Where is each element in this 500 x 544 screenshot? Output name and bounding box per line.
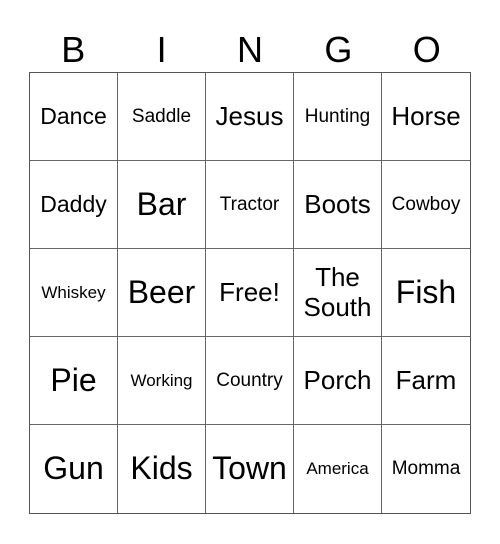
header-letter-g: G	[324, 29, 353, 70]
bingo-cell[interactable]: Country	[206, 337, 294, 425]
bingo-cell[interactable]: Horse	[382, 73, 470, 161]
bingo-cell[interactable]: Cowboy	[382, 161, 470, 249]
header-letter-i: I	[156, 29, 167, 70]
bingo-cell[interactable]: Dance	[30, 73, 118, 161]
bingo-cell[interactable]: Pie	[30, 337, 118, 425]
bingo-cell[interactable]: Whiskey	[30, 249, 118, 337]
free-space-cell[interactable]: Free!	[206, 249, 294, 337]
bingo-cell[interactable]: Farm	[382, 337, 470, 425]
bingo-cell[interactable]: Hunting	[294, 73, 382, 161]
bingo-cell[interactable]: America	[294, 425, 382, 513]
bingo-cell[interactable]: Bar	[118, 161, 206, 249]
bingo-cell[interactable]: Tractor	[206, 161, 294, 249]
bingo-cell[interactable]: Gun	[30, 425, 118, 513]
bingo-cell[interactable]: Fish	[382, 249, 470, 337]
bingo-cell[interactable]: Porch	[294, 337, 382, 425]
bingo-cell[interactable]: Saddle	[118, 73, 206, 161]
bingo-cell[interactable]: Town	[206, 425, 294, 513]
header-letter-o: O	[412, 29, 441, 70]
bingo-cell[interactable]: The South	[294, 249, 382, 337]
bingo-cell[interactable]: Beer	[118, 249, 206, 337]
header-letter-b: B	[61, 29, 86, 70]
bingo-cell[interactable]: Momma	[382, 425, 470, 513]
bingo-cell[interactable]: Jesus	[206, 73, 294, 161]
bingo-cell[interactable]: Kids	[118, 425, 206, 513]
bingo-cell[interactable]: Boots	[294, 161, 382, 249]
bingo-cell[interactable]: Daddy	[30, 161, 118, 249]
bingo-header: B I N G O	[29, 28, 471, 72]
header-letter-n: N	[236, 29, 263, 70]
bingo-cell[interactable]: Working	[118, 337, 206, 425]
bingo-grid: Dance Saddle Jesus Hunting Horse Daddy Bar Trac…	[29, 72, 471, 514]
